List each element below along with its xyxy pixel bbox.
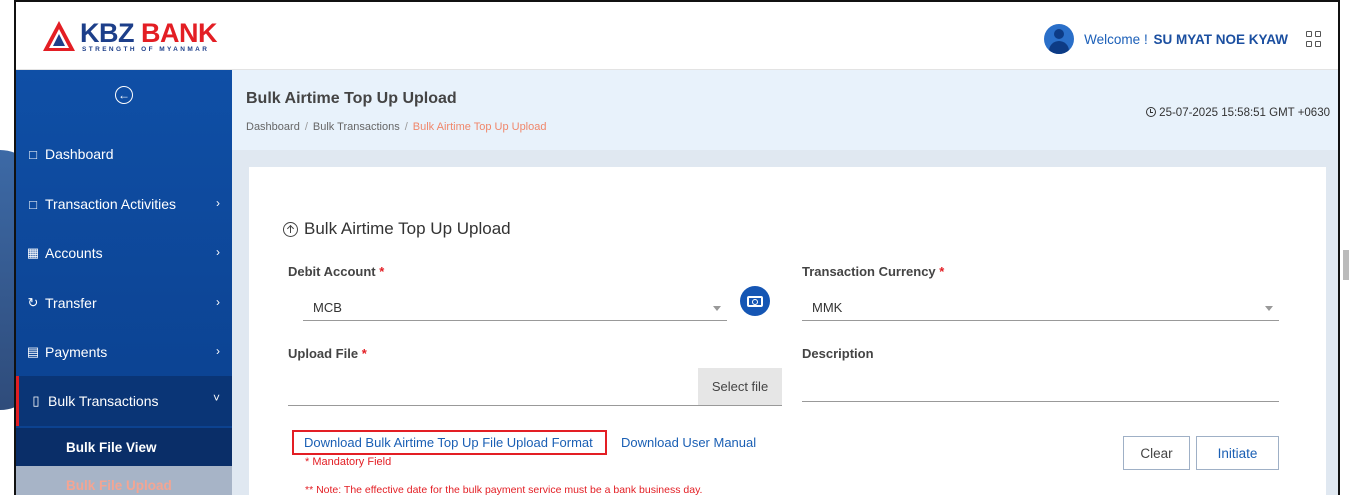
breadcrumb-bulk-transactions[interactable]: Bulk Transactions <box>313 121 400 133</box>
breadcrumb-dashboard[interactable]: Dashboard <box>246 121 300 133</box>
transaction-currency-label: Transaction Currency * <box>802 264 945 279</box>
sidebar-item-label: Transfer <box>45 295 97 311</box>
sidebar-item-transfer[interactable]: ↻ Transfer › <box>16 279 232 327</box>
chevron-down-icon: ˅ <box>212 391 220 405</box>
brand-name: KBZ BANK <box>80 17 218 48</box>
caret-down-icon <box>1265 306 1273 311</box>
clock-icon <box>1146 107 1157 117</box>
sidebar-subitem-bulk-file-upload[interactable]: Bulk File Upload <box>16 466 232 495</box>
breadcrumb-current: Bulk Airtime Top Up Upload <box>412 121 547 133</box>
initiate-button[interactable]: Initiate <box>1196 436 1279 470</box>
sidebar-item-label: Payments <box>45 344 108 360</box>
sidebar: ← □ Dashboard □ Transaction Activities ›… <box>16 70 232 495</box>
datetime-display: 25-07-2025 15:58:51 GMT +0630 <box>1146 107 1330 119</box>
top-header: KBZ BANK STRENGTH OF MYANMAR Welcome ! S… <box>16 2 1338 70</box>
chevron-right-icon: › <box>216 196 220 210</box>
page-header: Bulk Airtime Top Up Upload Dashboard / Bul… <box>232 70 1338 150</box>
sidebar-item-label: Transaction Activities <box>45 196 176 212</box>
receipt-icon: ▤ <box>26 344 40 359</box>
sidebar-item-transaction-activities[interactable]: □ Transaction Activities › <box>16 180 232 228</box>
debit-account-label: Debit Account * <box>288 264 385 279</box>
monitor-icon: □ <box>29 196 37 212</box>
apps-grid-icon[interactable] <box>1306 31 1322 47</box>
account-balance-button[interactable] <box>740 286 770 316</box>
user-name: SU MYAT NOE KYAW <box>1153 31 1288 47</box>
left-backdrop <box>0 0 40 495</box>
sidebar-item-dashboard[interactable]: □ Dashboard <box>16 130 232 178</box>
form-title: Bulk Airtime Top Up Upload <box>283 219 511 239</box>
user-area: Welcome ! SU MYAT NOE KYAW <box>1044 24 1322 54</box>
description-input[interactable] <box>802 368 1279 402</box>
clear-button[interactable]: Clear <box>1123 436 1190 470</box>
page-title: Bulk Airtime Top Up Upload <box>246 90 457 107</box>
sidebar-item-bulk-transactions[interactable]: ▯ Bulk Transactions ˅ <box>16 376 232 426</box>
brand-tagline: STRENGTH OF MYANMAR <box>82 45 210 53</box>
debit-account-select[interactable]: MCB <box>303 295 727 321</box>
upload-icon <box>283 221 298 237</box>
right-backdrop <box>1340 0 1354 495</box>
chevron-right-icon: › <box>216 245 220 259</box>
sidebar-item-label: Bulk Transactions <box>48 393 159 409</box>
select-file-button[interactable]: Select file <box>698 368 782 405</box>
sidebar-subitem-bulk-file-view[interactable]: Bulk File View <box>16 428 232 466</box>
breadcrumb: Dashboard / Bulk Transactions / Bulk Airtime… <box>246 121 547 133</box>
download-format-link[interactable]: Download Bulk Airtime Top Up File Upload… <box>292 430 607 455</box>
mandatory-field-note: * Mandatory Field <box>305 456 392 468</box>
download-user-manual-link[interactable]: Download User Manual <box>621 435 756 450</box>
money-icon <box>747 295 763 307</box>
welcome-text: Welcome ! SU MYAT NOE KYAW <box>1084 31 1288 47</box>
folder-icon: ▦ <box>26 245 40 260</box>
document-icon: ▯ <box>32 393 40 408</box>
description-label: Description <box>802 346 874 361</box>
sidebar-item-payments[interactable]: ▤ Payments › <box>16 328 232 376</box>
app-window: KBZ BANK STRENGTH OF MYANMAR Welcome ! S… <box>14 0 1340 495</box>
chevron-right-icon: › <box>216 344 220 358</box>
monitor-icon: □ <box>29 146 37 162</box>
sidebar-item-label: Accounts <box>45 245 103 261</box>
kbz-logo[interactable]: KBZ BANK STRENGTH OF MYANMAR <box>42 14 218 58</box>
sidebar-item-accounts[interactable]: ▦ Accounts › <box>16 229 232 277</box>
avatar[interactable] <box>1044 24 1075 54</box>
transfer-icon: ↻ <box>27 295 39 310</box>
triangle-logo-icon <box>43 21 75 51</box>
collapse-sidebar-icon[interactable]: ← <box>115 86 133 104</box>
upload-file-label: Upload File * <box>288 346 367 361</box>
sidebar-item-label: Dashboard <box>45 146 114 162</box>
chevron-right-icon: › <box>216 295 220 309</box>
caret-down-icon <box>713 306 721 311</box>
business-day-note: ** Note: The effective date for the bulk… <box>305 484 703 495</box>
currency-select[interactable]: MMK <box>802 295 1279 321</box>
scrollbar[interactable] <box>1343 250 1349 280</box>
